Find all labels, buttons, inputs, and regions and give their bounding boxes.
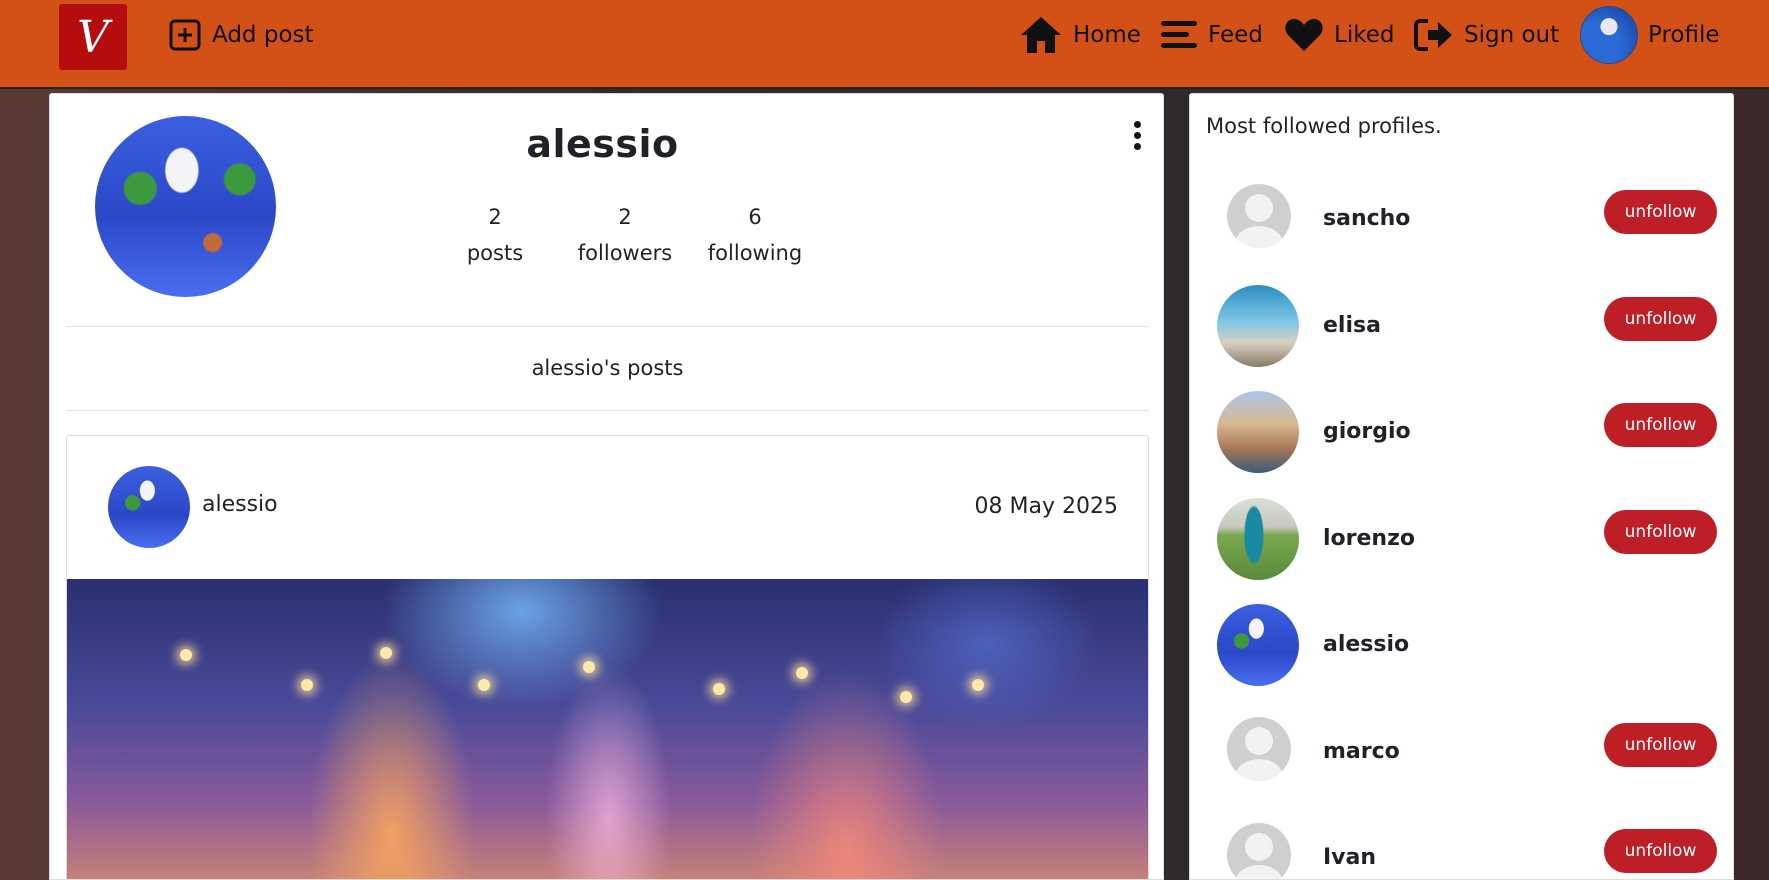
- profile-name[interactable]: marco: [1323, 739, 1400, 764]
- divider: [66, 326, 1149, 327]
- profile-name[interactable]: sancho: [1323, 206, 1410, 231]
- post-author-name[interactable]: alessio: [202, 492, 278, 517]
- avatar[interactable]: [1217, 498, 1299, 580]
- plus-square-icon: [169, 19, 201, 51]
- top-navbar: V Add post Home Feed Liked Sign out Prof…: [0, 0, 1769, 89]
- profile-name[interactable]: giorgio: [1323, 419, 1411, 444]
- add-post-button[interactable]: Add post: [168, 14, 314, 56]
- list-item: marco unfollow: [1190, 711, 1733, 797]
- stat-posts[interactable]: 2 posts: [430, 199, 560, 271]
- avatar[interactable]: [1217, 285, 1299, 367]
- profile-name[interactable]: elisa: [1323, 313, 1381, 338]
- profile-stats: 2 posts 2 followers 6 following: [430, 199, 820, 271]
- heart-icon: [1285, 18, 1323, 51]
- nav-home[interactable]: Home: [1019, 14, 1141, 56]
- menu-lines-icon: [1161, 21, 1197, 48]
- list-item: elisa unfollow: [1190, 285, 1733, 371]
- divider: [66, 410, 1149, 411]
- posts-section-title: alessio's posts: [531, 356, 684, 380]
- post-image[interactable]: [67, 579, 1148, 879]
- default-avatar[interactable]: [1227, 184, 1291, 248]
- nav-liked-label: Liked: [1334, 22, 1395, 48]
- logo-letter: V: [77, 11, 109, 63]
- stat-followers-label: followers: [577, 241, 673, 265]
- unfollow-button[interactable]: unfollow: [1604, 510, 1717, 554]
- nav-feed[interactable]: Feed: [1160, 14, 1263, 56]
- profile-username: alessio: [526, 122, 679, 166]
- app-logo[interactable]: V: [59, 4, 127, 70]
- default-avatar[interactable]: [1227, 717, 1291, 781]
- list-item: alessio: [1190, 604, 1733, 690]
- nav-sign-out[interactable]: Sign out: [1414, 14, 1559, 56]
- stat-followers[interactable]: 2 followers: [560, 199, 690, 271]
- nav-feed-label: Feed: [1208, 22, 1263, 48]
- unfollow-button[interactable]: unfollow: [1604, 297, 1717, 341]
- nav-sign-out-label: Sign out: [1464, 22, 1560, 48]
- stat-followers-count: 2: [618, 205, 632, 229]
- nav-profile[interactable]: Profile: [1580, 6, 1720, 64]
- stat-following-label: following: [707, 241, 803, 265]
- stat-posts-label: posts: [466, 241, 524, 265]
- home-icon: [1021, 17, 1061, 53]
- post-card: alessio 08 May 2025: [66, 435, 1149, 879]
- default-avatar[interactable]: [1227, 823, 1291, 879]
- add-post-label: Add post: [212, 22, 314, 48]
- nav-liked[interactable]: Liked: [1284, 14, 1394, 56]
- list-item: Ivan unfollow: [1190, 817, 1733, 879]
- nav-home-label: Home: [1073, 22, 1141, 48]
- unfollow-button[interactable]: unfollow: [1604, 403, 1717, 447]
- nav-profile-avatar: [1580, 6, 1638, 64]
- list-item: sancho unfollow: [1190, 178, 1733, 264]
- unfollow-button[interactable]: unfollow: [1604, 723, 1717, 767]
- unfollow-button[interactable]: unfollow: [1604, 190, 1717, 234]
- stat-posts-count: 2: [488, 205, 502, 229]
- sidebar-title: Most followed profiles.: [1206, 114, 1442, 138]
- avatar[interactable]: [1217, 391, 1299, 473]
- sign-out-icon: [1414, 19, 1452, 51]
- list-item: lorenzo unfollow: [1190, 498, 1733, 584]
- stat-following-count: 6: [748, 205, 762, 229]
- stat-following[interactable]: 6 following: [690, 199, 820, 271]
- avatar[interactable]: [1217, 604, 1299, 686]
- post-date: 08 May 2025: [974, 494, 1118, 519]
- profile-name[interactable]: lorenzo: [1323, 526, 1415, 551]
- profile-name[interactable]: Ivan: [1323, 845, 1376, 870]
- post-author-avatar[interactable]: [108, 466, 190, 548]
- profile-panel: alessio 2 posts 2 followers 6 following …: [49, 93, 1164, 880]
- most-followed-sidebar: Most followed profiles. sancho unfollow …: [1189, 93, 1734, 880]
- unfollow-button[interactable]: unfollow: [1604, 829, 1717, 873]
- list-item: giorgio unfollow: [1190, 391, 1733, 477]
- profile-name[interactable]: alessio: [1323, 632, 1409, 657]
- nav-profile-label: Profile: [1648, 22, 1720, 48]
- more-options-icon[interactable]: [1131, 121, 1143, 154]
